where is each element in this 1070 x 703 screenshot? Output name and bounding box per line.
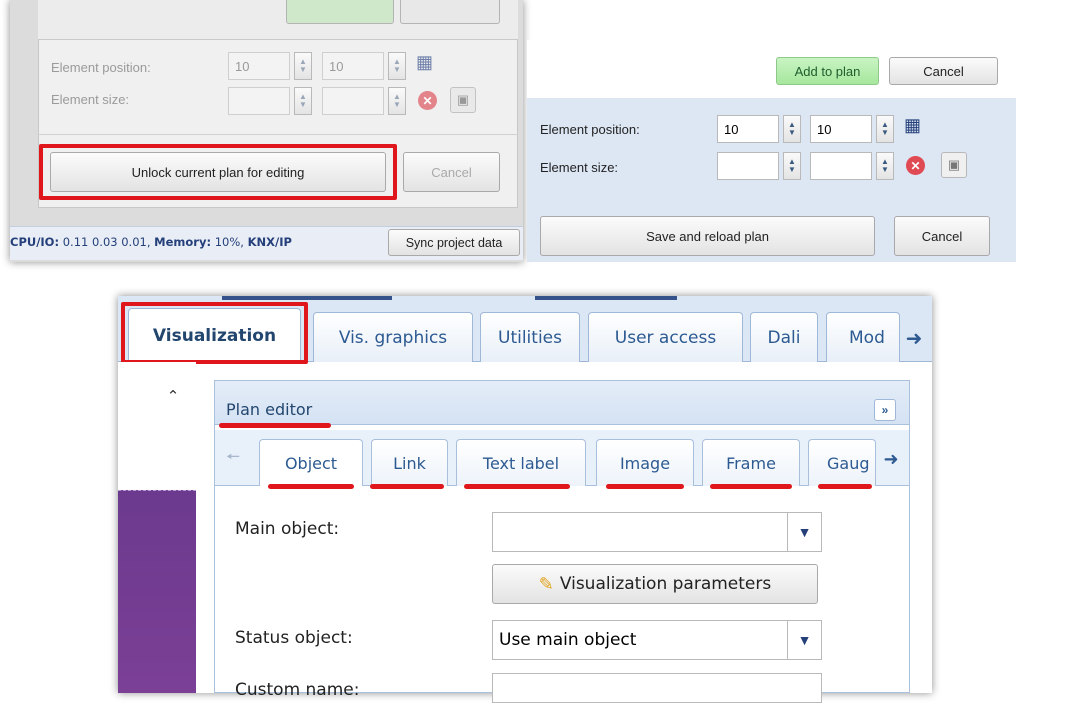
save-reload-plan-button[interactable]: Save and reload plan (540, 216, 875, 256)
visualization-tab-highlight (121, 302, 308, 364)
left-element-size-label: Element size: (51, 92, 130, 107)
main-object-select[interactable] (492, 512, 788, 552)
grid-icon[interactable]: ▦ (416, 52, 433, 73)
tab-user-access[interactable]: User access (588, 312, 743, 362)
subtab-gaug-underline (818, 484, 872, 489)
subtab-gaug[interactable]: Gaug (808, 439, 876, 486)
left-position-y-input[interactable]: 10 (322, 52, 384, 80)
custom-name-input[interactable] (492, 673, 822, 703)
custom-name-label: Custom name: (235, 680, 360, 700)
tab-scroll-right-icon[interactable]: ➜ (900, 316, 928, 360)
scroll-up-icon[interactable]: ⌃ (162, 386, 184, 406)
reset-size-icon[interactable]: ✕ (418, 91, 437, 110)
pencil-icon: ✎ (538, 573, 554, 595)
status-bar-text: CPU/IO: 0.11 0.03 0.01, Memory: 10%, KNX… (10, 235, 292, 249)
right-size-height-spinner[interactable]: ▲ ▼ (876, 152, 894, 180)
plan-editor-header (215, 381, 909, 425)
plan-canvas-preview (118, 490, 196, 693)
lock-aspect-icon[interactable]: ▣ (450, 87, 476, 113)
subtab-image[interactable]: Image (596, 439, 694, 486)
visualization-parameters-label: Visualization parameters (559, 574, 772, 594)
subtab-link-underline (370, 484, 444, 489)
unlock-button-highlight (39, 144, 397, 200)
main-object-label: Main object: (235, 519, 340, 539)
visualization-parameters-button[interactable]: ✎ Visualization parameters (492, 564, 818, 604)
left-top-green-button-edge (286, 0, 394, 24)
subtab-scroll-right-icon[interactable]: ➜ (878, 446, 904, 472)
status-object-dropdown-chevron-icon[interactable]: ▼ (788, 620, 822, 660)
left-top-button-edge (400, 0, 500, 24)
right-size-width-spinner[interactable]: ▲ ▼ (783, 152, 801, 180)
cpu-values: 0.11 0.03 0.01, (59, 235, 155, 249)
subtab-link[interactable]: Link (371, 439, 448, 486)
right-size-height-input[interactable] (810, 152, 872, 180)
double-chevron-right-icon[interactable]: » (874, 399, 896, 421)
subtab-image-underline (606, 484, 684, 489)
tab-vis-graphics[interactable]: Vis. graphics (313, 312, 473, 362)
memory-label: Memory: (154, 235, 212, 249)
subtab-object[interactable]: Object (259, 439, 363, 486)
left-size-width-spinner[interactable]: ▲ ▼ (294, 87, 312, 115)
subtab-frame-underline (710, 484, 792, 489)
left-cancel-button[interactable]: Cancel (403, 152, 500, 192)
sync-project-data-button[interactable]: Sync project data (388, 229, 520, 256)
right-cancel2-button[interactable]: Cancel (894, 216, 990, 256)
left-size-height-input[interactable] (322, 87, 384, 115)
left-position-x-spinner[interactable]: ▲ ▼ (294, 52, 312, 80)
tab-dali[interactable]: Dali (750, 312, 818, 362)
plan-editor-underline (219, 423, 331, 428)
status-object-label: Status object: (235, 628, 353, 648)
subtab-text-label[interactable]: Text label (456, 439, 586, 486)
subtab-frame[interactable]: Frame (702, 439, 800, 486)
right-position-y-spinner[interactable]: ▲ ▼ (876, 115, 894, 143)
right-position-y-input[interactable]: 10 (810, 115, 872, 143)
left-divider (38, 134, 518, 135)
add-to-plan-button[interactable]: Add to plan (776, 57, 879, 85)
tab-mod[interactable]: Mod (826, 312, 900, 362)
tab-utilities[interactable]: Utilities (480, 312, 580, 362)
left-size-height-spinner[interactable]: ▲ ▼ (388, 87, 406, 115)
tab-bar-top-edge-1 (222, 296, 392, 300)
status-object-select[interactable]: Use main object (492, 620, 788, 660)
right-reset-size-icon[interactable]: ✕ (906, 156, 925, 175)
right-grid-icon[interactable]: ▦ (904, 115, 921, 136)
memory-value: 10%, (211, 235, 248, 249)
right-position-x-input[interactable]: 10 (717, 115, 779, 143)
right-element-position-label: Element position: (540, 122, 640, 137)
main-object-dropdown-chevron-icon[interactable]: ▼ (788, 512, 822, 552)
tab-bar-top-edge-2 (535, 296, 677, 300)
subtab-scroll-left-icon[interactable]: 🠔 (222, 446, 244, 472)
left-position-y-spinner[interactable]: ▲ ▼ (388, 52, 406, 80)
left-element-position-label: Element position: (51, 60, 151, 75)
left-size-width-input[interactable] (228, 87, 290, 115)
left-position-x-input[interactable]: 10 (228, 52, 290, 80)
right-element-size-label: Element size: (540, 160, 619, 175)
subtab-text-label-underline (464, 484, 570, 489)
cpu-label: CPU/IO: (10, 235, 60, 249)
knx-label: KNX/IP (247, 235, 292, 249)
plan-editor-title: Plan editor (226, 400, 313, 419)
subtab-object-underline (268, 484, 354, 489)
right-position-x-spinner[interactable]: ▲ ▼ (783, 115, 801, 143)
right-cancel-button[interactable]: Cancel (889, 57, 998, 85)
right-size-width-input[interactable] (717, 152, 779, 180)
right-lock-aspect-icon[interactable]: ▣ (941, 152, 967, 178)
